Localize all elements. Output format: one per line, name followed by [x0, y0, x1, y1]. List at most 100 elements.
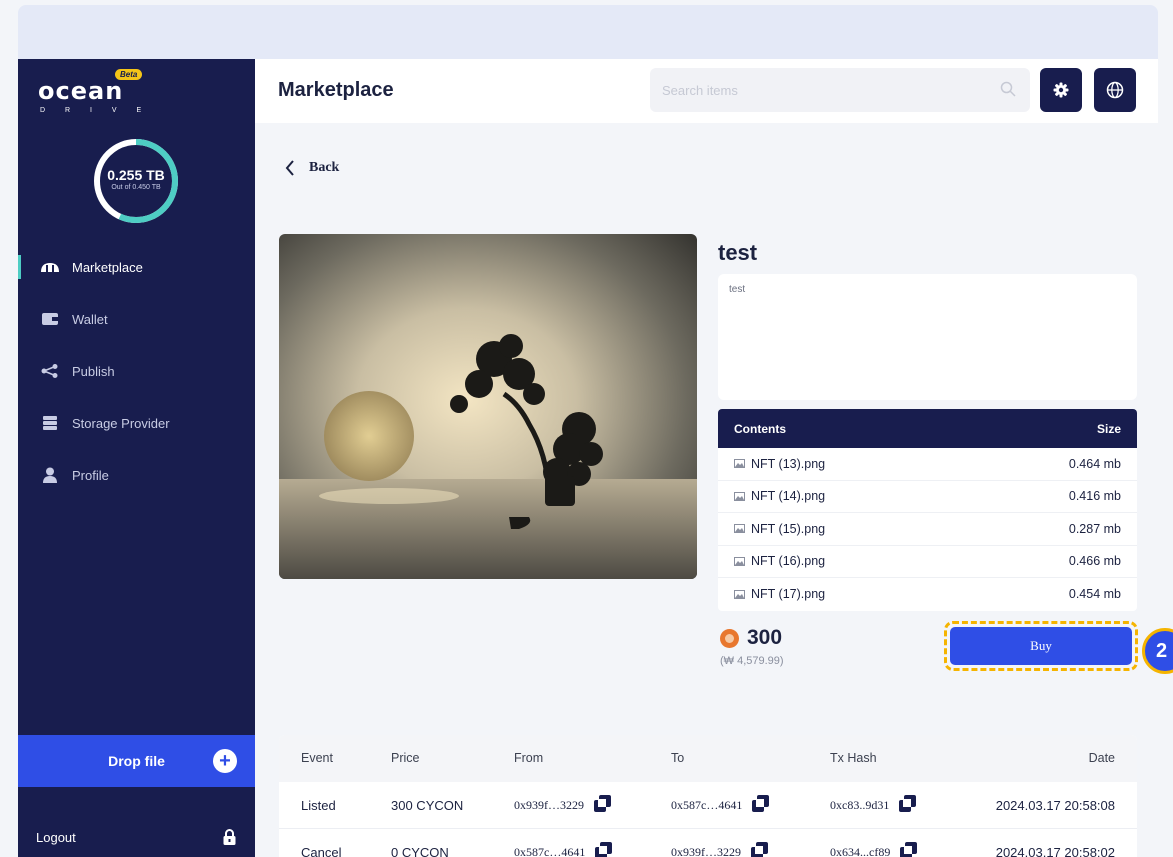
- plus-icon: +: [213, 749, 237, 773]
- table-row: Cancel 0 CYCON 0x587c…4641 0x939f…3229 0…: [279, 829, 1137, 857]
- history-table: Event Price From To Tx Hash Date Listed …: [279, 735, 1137, 857]
- event-cell: Cancel: [301, 845, 342, 857]
- item-description: test: [718, 274, 1137, 400]
- from-cell: 0x939f…3229: [514, 795, 611, 813]
- logo-wordmark: ocean: [38, 77, 124, 105]
- user-icon: [40, 467, 60, 483]
- image-file-icon: [734, 556, 745, 566]
- copy-icon[interactable]: [595, 842, 613, 857]
- file-size: 0.416 mb: [1068, 489, 1121, 504]
- sidebar-item-publish[interactable]: Publish: [18, 345, 255, 397]
- file-row[interactable]: NFT (17).png 0.454 mb: [718, 578, 1137, 611]
- drop-file-label: Drop file: [108, 753, 165, 769]
- contents-header: Contents Size: [718, 409, 1137, 448]
- contents-table: Contents Size NFT (13).png 0.464 mb NFT …: [718, 409, 1137, 611]
- file-row[interactable]: NFT (15).png 0.287 mb: [718, 513, 1137, 546]
- from-cell: 0x587c…4641: [514, 842, 613, 857]
- search-icon[interactable]: [1000, 81, 1016, 97]
- file-name: NFT (13).png: [751, 456, 826, 471]
- price-value: 300: [747, 626, 783, 649]
- file-row[interactable]: NFT (13).png 0.464 mb: [718, 448, 1137, 481]
- beta-badge: Beta: [115, 69, 143, 80]
- header-event: Event: [301, 751, 333, 765]
- header-price: Price: [391, 751, 420, 765]
- copy-icon[interactable]: [751, 842, 768, 857]
- file-row[interactable]: NFT (16).png 0.466 mb: [718, 546, 1137, 578]
- price-fiat: (₩ 4,579.99): [720, 655, 784, 667]
- language-button[interactable]: [1094, 68, 1136, 112]
- history-header: Event Price From To Tx Hash Date: [279, 735, 1137, 782]
- sidebar-item-label: Profile: [72, 467, 109, 483]
- buy-button[interactable]: Buy: [950, 627, 1132, 665]
- tx-hash: 0x634...cf89: [830, 845, 891, 857]
- sidebar-item-marketplace[interactable]: Marketplace: [18, 241, 255, 293]
- drop-file-button[interactable]: Drop file +: [18, 735, 255, 787]
- sidebar: ocean Beta D R I V E 0.255 TB Out of 0.4…: [18, 59, 255, 857]
- gear-icon: [1053, 82, 1069, 98]
- back-button[interactable]: Back: [285, 160, 339, 176]
- back-label: Back: [309, 160, 340, 175]
- file-size: 0.464 mb: [1068, 456, 1121, 471]
- file-size: 0.454 mb: [1068, 587, 1121, 602]
- sidebar-item-label: Storage Provider: [72, 415, 170, 431]
- logo-subtitle: D R I V E: [40, 107, 151, 114]
- image-file-icon: [734, 589, 745, 599]
- date-cell: 2024.03.17 20:58:02: [995, 845, 1115, 857]
- copy-icon[interactable]: [752, 795, 770, 812]
- table-row: Listed 300 CYCON 0x939f…3229 0x587c…4641…: [279, 782, 1137, 829]
- to-address: 0x939f…3229: [671, 845, 741, 857]
- page-title: Marketplace: [278, 79, 394, 101]
- contents-header-size: Size: [1096, 421, 1121, 436]
- sidebar-item-wallet[interactable]: Wallet: [18, 293, 255, 345]
- sidebar-item-label: Wallet: [72, 311, 108, 327]
- file-name: NFT (16).png: [751, 554, 826, 569]
- copy-icon[interactable]: [594, 795, 611, 812]
- lock-icon: [223, 829, 236, 845]
- file-row[interactable]: NFT (14).png 0.416 mb: [718, 481, 1137, 513]
- header-tx-hash: Tx Hash: [830, 751, 877, 765]
- to-address: 0x587c…4641: [671, 798, 743, 812]
- logo[interactable]: ocean Beta D R I V E: [38, 69, 158, 119]
- sidebar-item-label: Publish: [72, 363, 115, 379]
- from-address: 0x939f…3229: [514, 798, 584, 812]
- price-cell: 0 CYCON: [391, 845, 449, 857]
- tx-hash: 0xc83..9d31: [830, 798, 890, 812]
- top-band: [18, 5, 1158, 59]
- logout-button[interactable]: Logout: [36, 829, 236, 845]
- item-title: test: [718, 240, 758, 265]
- from-address: 0x587c…4641: [514, 845, 586, 857]
- header-to: To: [671, 751, 685, 765]
- image-file-icon: [734, 491, 745, 501]
- file-size: 0.287 mb: [1068, 521, 1121, 536]
- sidebar-item-label: Marketplace: [72, 259, 143, 275]
- coin-icon: [720, 628, 739, 648]
- item-price: 300: [720, 626, 782, 650]
- marketplace-icon: [40, 259, 60, 275]
- header-from: From: [514, 751, 544, 765]
- logout-label: Logout: [36, 829, 76, 845]
- storage-used: 0.255 TB: [107, 167, 165, 183]
- to-cell: 0x587c…4641: [671, 795, 770, 813]
- server-icon: [40, 415, 60, 431]
- file-name: NFT (15).png: [751, 521, 826, 536]
- header-date: Date: [1088, 751, 1115, 765]
- wallet-icon: [40, 311, 60, 327]
- search-input[interactable]: [650, 68, 1030, 112]
- copy-icon[interactable]: [899, 795, 917, 812]
- to-cell: 0x939f…3229: [671, 842, 768, 857]
- tx-cell: 0x634...cf89: [830, 842, 918, 857]
- price-cell: 300 CYCON: [391, 798, 464, 813]
- copy-icon[interactable]: [900, 842, 918, 857]
- settings-button[interactable]: [1040, 68, 1082, 112]
- sidebar-item-storage-provider[interactable]: Storage Provider: [18, 397, 255, 449]
- file-name: NFT (17).png: [751, 587, 826, 602]
- date-cell: 2024.03.17 20:58:08: [995, 798, 1115, 813]
- file-name: NFT (14).png: [751, 489, 826, 504]
- chevron-left-icon: [285, 160, 294, 176]
- header: Marketplace: [255, 59, 1158, 123]
- file-size: 0.466 mb: [1068, 554, 1121, 569]
- sidebar-item-profile[interactable]: Profile: [18, 449, 255, 501]
- step-badge: 2: [1142, 628, 1173, 674]
- buy-highlight: Buy: [944, 621, 1138, 671]
- sidebar-nav: Marketplace Wallet Publish Storage Provi…: [18, 241, 255, 501]
